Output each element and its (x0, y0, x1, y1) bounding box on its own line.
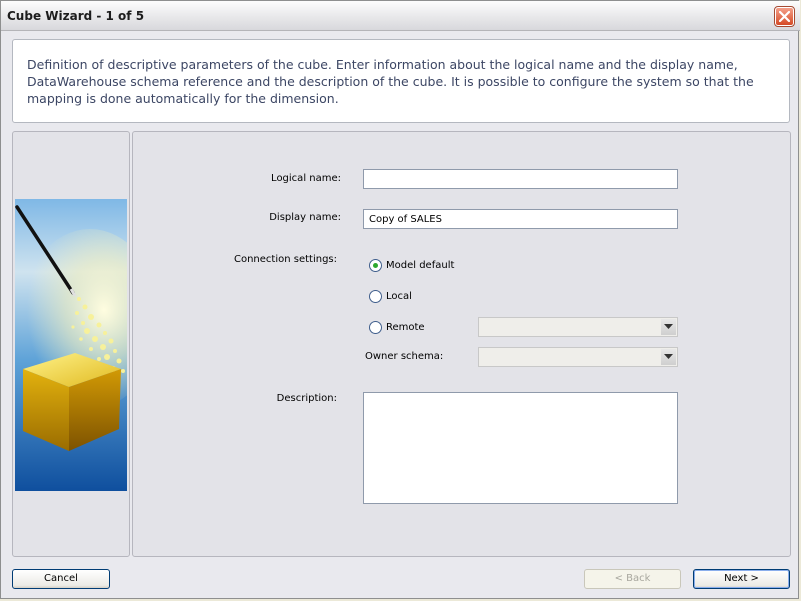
owner-schema-label: Owner schema: (365, 351, 444, 362)
connection-settings-label: Connection settings: (233, 254, 337, 265)
wizard-image-panel (12, 131, 130, 557)
radio-selected-dot (373, 263, 378, 268)
form-panel: Logical name: Display name: Connection s… (132, 131, 791, 557)
window-title: Cube Wizard - 1 of 5 (7, 9, 145, 23)
remote-connection-select[interactable] (478, 317, 678, 337)
radio-label-model-default: Model default (386, 260, 455, 271)
next-button[interactable]: Next > (693, 569, 790, 589)
description-label: Description: (276, 393, 337, 404)
radio-local[interactable]: Local (369, 290, 449, 306)
back-button[interactable]: < Back (584, 569, 681, 589)
wizard-wand-cube-image (15, 199, 127, 491)
close-button[interactable] (774, 6, 795, 27)
description-textarea[interactable] (363, 392, 678, 504)
title-bar: Cube Wizard - 1 of 5 (1, 1, 800, 31)
owner-schema-select[interactable] (478, 347, 678, 367)
chevron-down-icon (664, 354, 673, 359)
radio-label-local: Local (386, 291, 412, 302)
description-text: Definition of descriptive parameters of … (27, 57, 754, 106)
description-panel: Definition of descriptive parameters of … (12, 39, 790, 123)
display-name-label: Display name: (269, 212, 341, 223)
logical-name-label: Logical name: (271, 173, 341, 184)
radio-button[interactable] (369, 290, 382, 303)
radio-model-default[interactable]: Model default (369, 259, 479, 275)
radio-label-remote: Remote (386, 322, 425, 333)
dropdown-button[interactable] (661, 319, 676, 335)
logical-name-input[interactable] (363, 169, 678, 189)
close-icon (779, 11, 790, 22)
radio-button[interactable] (369, 321, 382, 334)
display-name-input[interactable] (363, 209, 678, 229)
radio-button[interactable] (369, 259, 382, 272)
dropdown-button[interactable] (661, 349, 676, 365)
cube-wizard-window: Cube Wizard - 1 of 5 Definition of descr… (0, 0, 800, 599)
cancel-button[interactable]: Cancel (12, 569, 110, 589)
radio-remote[interactable]: Remote (369, 321, 449, 337)
chevron-down-icon (664, 324, 673, 329)
